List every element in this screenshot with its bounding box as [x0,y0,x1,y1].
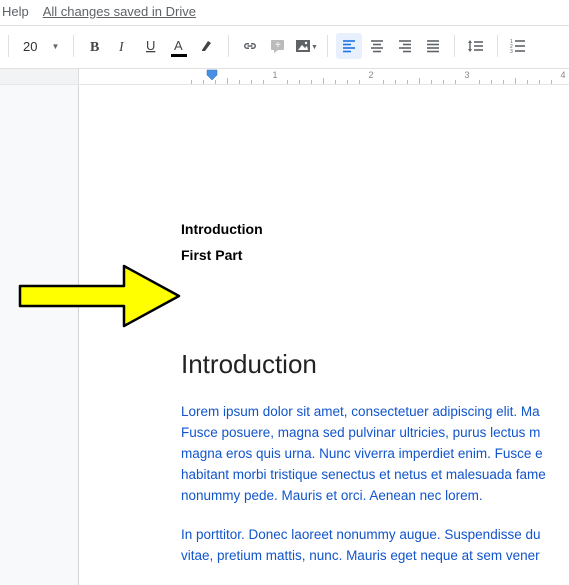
svg-text:▼: ▼ [311,44,317,51]
font-size-selector[interactable]: 20 ▼ [17,37,65,56]
italic-button[interactable]: I [110,33,136,59]
line-spacing-button[interactable] [463,33,489,59]
numbered-list-button[interactable]: 123 [506,33,532,59]
ruler-number: 3 [464,70,469,80]
highlight-button[interactable] [194,33,220,59]
toc-link-first-part[interactable]: First Part [181,247,569,263]
align-right-button[interactable] [392,33,418,59]
insert-comment-button[interactable]: + [265,33,291,59]
align-center-button[interactable] [364,33,390,59]
indent-marker-icon[interactable] [206,69,218,83]
ruler-number: 4 [560,70,565,80]
align-left-button[interactable] [336,33,362,59]
paragraph[interactable]: Lorem ipsum dolor sit amet, consectetuer… [181,402,569,507]
insert-image-button[interactable]: ▼ [293,33,319,59]
font-size-value: 20 [23,39,37,54]
toolbar: 20 ▼ B I U A + ▼ 123 [0,26,569,66]
bold-button[interactable]: B [82,33,108,59]
save-status[interactable]: All changes saved in Drive [43,4,196,19]
insert-link-button[interactable] [237,33,263,59]
paragraph[interactable]: In porttitor. Donec laoreet nonummy augu… [181,525,569,567]
help-menu[interactable]: Help [2,4,29,19]
svg-text:A: A [174,38,183,53]
svg-text:3: 3 [510,49,513,54]
underline-button[interactable]: U [138,33,164,59]
text-color-button[interactable]: A [166,33,192,59]
align-justify-button[interactable] [420,33,446,59]
ruler-number: 2 [368,70,373,80]
gutter [0,85,79,585]
svg-text:+: + [275,40,281,51]
svg-text:I: I [118,40,125,54]
svg-text:B: B [90,40,99,54]
caret-down-icon: ▼ [51,42,59,51]
ruler[interactable]: 1 2 3 4 [0,69,569,85]
heading-introduction[interactable]: Introduction [181,349,569,380]
svg-text:U: U [146,38,155,53]
document-page[interactable]: Introduction First Part Introduction Lor… [79,85,569,585]
ruler-number: 1 [272,70,277,80]
toc-link-introduction[interactable]: Introduction [181,221,569,237]
